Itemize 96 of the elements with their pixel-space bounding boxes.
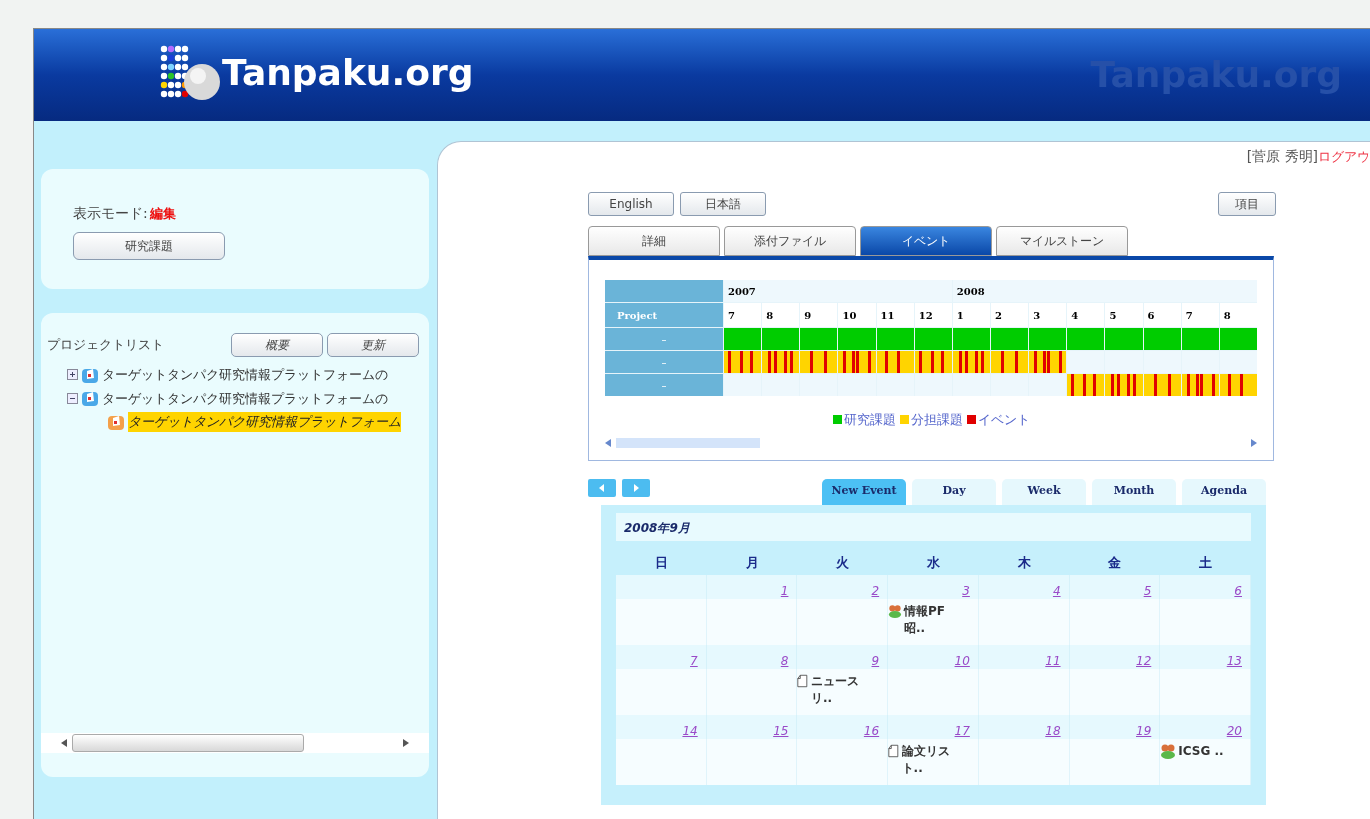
weekday-label: 火: [835, 553, 851, 572]
tab[interactable]: 詳細: [588, 226, 720, 256]
day-number[interactable]: 12: [1136, 653, 1152, 668]
project-icon: [81, 389, 99, 408]
event-link[interactable]: 論文リスト..: [901, 742, 959, 777]
calendar-tab[interactable]: Day: [912, 478, 996, 505]
people-icon: [1160, 742, 1177, 759]
day-number[interactable]: 9: [871, 653, 880, 668]
scrollbar-thumb[interactable]: [72, 734, 304, 752]
weekday-label: 月: [744, 553, 760, 572]
event-link[interactable]: ICSG ..: [1178, 742, 1224, 760]
day-number[interactable]: 14: [682, 723, 698, 738]
previous-button[interactable]: [588, 478, 616, 497]
tree-item[interactable]: ターゲットタンパク研究情報プラットフォームの: [102, 365, 388, 385]
day-number[interactable]: 13: [1226, 653, 1242, 668]
day-number[interactable]: 16: [863, 723, 880, 738]
day-number[interactable]: 1: [780, 583, 789, 598]
logout-link[interactable]: ログアウ: [1318, 146, 1370, 167]
day-number[interactable]: 17: [954, 723, 970, 738]
month-label: 12: [914, 303, 952, 327]
language-button[interactable]: 日本語: [680, 192, 766, 216]
calendar-tab[interactable]: Agenda: [1182, 478, 1266, 505]
document-icon: [797, 672, 809, 689]
month-label: 3: [1029, 303, 1067, 327]
scroll-right-icon[interactable]: [402, 739, 409, 747]
scroll-left-icon[interactable]: [61, 739, 68, 747]
header-cell: Project: [605, 303, 723, 327]
row-label: –: [605, 374, 723, 396]
day-number[interactable]: 8: [780, 653, 789, 668]
project-button[interactable]: 概要: [231, 333, 323, 357]
item-button[interactable]: 項目: [1218, 192, 1276, 216]
day-number[interactable]: 10: [954, 653, 970, 668]
year-label: 2007: [724, 280, 952, 302]
scroll-left-icon[interactable]: [605, 438, 612, 447]
event-link[interactable]: ニュースリ..: [810, 672, 868, 707]
month-label: 10: [838, 303, 876, 327]
month-label: 2: [991, 303, 1029, 327]
scrollbar-thumb[interactable]: [616, 437, 760, 448]
month-label: 9: [800, 303, 838, 327]
weekday-label: 日: [653, 553, 669, 572]
weekday-label: 水: [926, 553, 941, 572]
document-icon: [888, 742, 900, 759]
mode-value: 編集: [149, 204, 176, 223]
tab[interactable]: イベント: [860, 226, 992, 256]
month-label: 5: [1105, 303, 1143, 327]
collapse-icon[interactable]: [67, 392, 78, 404]
project-button[interactable]: 更新: [327, 333, 419, 357]
tree-item[interactable]: ターゲットタンパク研究情報プラットフォーム: [128, 412, 401, 432]
legend-label: 研究課題: [843, 411, 896, 429]
left-arrow-icon: [598, 483, 606, 492]
tab[interactable]: マイルストーン: [996, 226, 1128, 256]
day-number[interactable]: 5: [1143, 583, 1152, 598]
month-label: 6: [1143, 303, 1181, 327]
row-label: –: [605, 351, 723, 373]
research-topic-button[interactable]: 研究課題: [73, 232, 225, 260]
year-label: 2008: [952, 280, 1257, 302]
mode-label: 表示モード:: [73, 204, 148, 223]
weekday-label: 金: [1107, 553, 1123, 572]
month-label: 8: [1219, 303, 1257, 327]
day-number[interactable]: 4: [1052, 583, 1061, 598]
calendar-tab[interactable]: Week: [1002, 478, 1086, 505]
logo-text[interactable]: Tanpaku.org: [222, 46, 474, 100]
day-number[interactable]: 15: [773, 723, 789, 738]
next-button[interactable]: [622, 478, 650, 497]
month-label: 4: [1067, 303, 1105, 327]
event-link[interactable]: 情報PF昭..: [904, 602, 959, 637]
day-number[interactable]: 19: [1136, 723, 1152, 738]
weekday-label: 木: [1016, 553, 1032, 572]
month-label: 1: [952, 303, 990, 327]
calendar-tab[interactable]: New Event: [822, 478, 906, 505]
weekday-label: 土: [1198, 553, 1214, 572]
day-number[interactable]: 7: [690, 653, 698, 668]
scroll-right-icon[interactable]: [1250, 438, 1257, 447]
row-label: –: [605, 328, 723, 350]
project-list-label: プロジェクトリスト: [47, 336, 164, 355]
day-number[interactable]: 11: [1045, 653, 1061, 668]
day-number[interactable]: 18: [1045, 723, 1061, 738]
user-name: [菅原 秀明]: [1246, 147, 1318, 166]
expand-icon[interactable]: [67, 369, 78, 381]
legend-label: イベント: [977, 411, 1030, 429]
day-number[interactable]: 6: [1234, 583, 1242, 598]
month-label: 8: [762, 303, 800, 327]
day-number[interactable]: 2: [871, 583, 880, 598]
tree-item[interactable]: ターゲットタンパク研究情報プラットフォームの: [102, 388, 388, 408]
tab[interactable]: 添付ファイル: [724, 226, 856, 256]
month-label: 11: [876, 303, 914, 327]
month-label: 7: [724, 303, 762, 327]
month-label: 7: [1181, 303, 1219, 327]
people-icon: [888, 602, 903, 619]
month-title: 2008年9月: [616, 512, 1251, 541]
legend-label: 分担課題: [910, 411, 963, 429]
day-number[interactable]: 3: [962, 583, 970, 598]
calendar-tab[interactable]: Month: [1092, 478, 1176, 505]
right-arrow-icon: [632, 483, 640, 492]
language-button[interactable]: English: [588, 192, 674, 216]
day-number[interactable]: 20: [1226, 723, 1242, 738]
